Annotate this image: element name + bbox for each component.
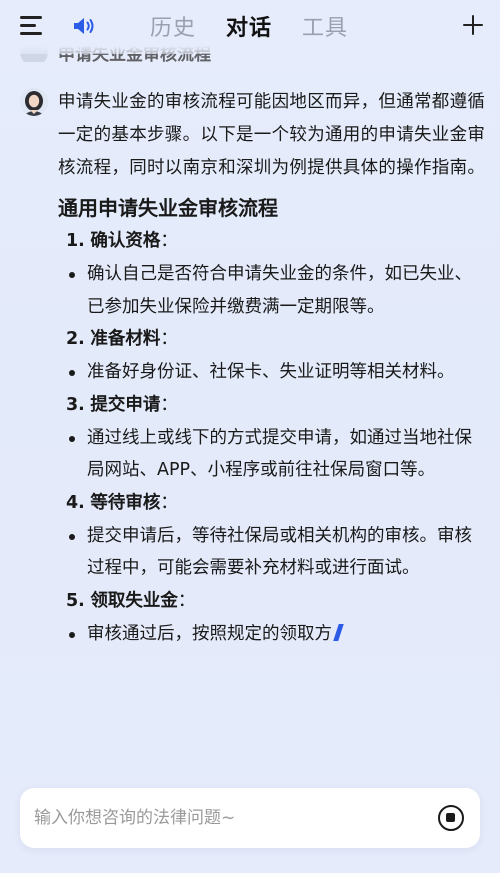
tab-chat[interactable]: 对话 <box>226 10 272 42</box>
step-colon: ： <box>160 231 178 251</box>
top-bar: 历史 对话 工具 <box>0 0 500 52</box>
step-colon: ： <box>160 329 178 349</box>
plus-icon[interactable] <box>462 14 484 36</box>
step-title: 领取失业金 <box>90 590 178 611</box>
bullet-item: 审核通过后，按照规定的领取方 <box>66 618 488 651</box>
step-colon: ： <box>160 492 178 513</box>
step-number: 5. <box>66 590 85 611</box>
bullet-item: 提交申请后，等待社保局或相关机构的审核。审核过程中，可能会需要补充材料或进行面试… <box>66 520 488 585</box>
typing-cursor <box>333 623 344 641</box>
step-item: 4. 等待审核： 提交申请后，等待社保局或相关机构的审核。审核过程中，可能会需要… <box>66 487 488 585</box>
tab-history[interactable]: 历史 <box>150 10 196 42</box>
step-number: 4. <box>66 492 85 513</box>
stop-icon[interactable] <box>438 805 464 831</box>
menu-icon[interactable] <box>20 16 42 36</box>
step-colon: ： <box>160 394 178 415</box>
assistant-message: 申请失业金的审核流程可能因地区而异，但通常都遵循一定的基本步骤。以下是一个较为通… <box>20 86 490 650</box>
step-item: 2. 准备材料： 准备好身份证、社保卡、失业证明等相关材料。 <box>66 323 488 389</box>
speaker-icon[interactable] <box>72 15 96 37</box>
step-title: 确认资格 <box>90 231 161 251</box>
step-item: 1. 确认资格： 确认自己是否符合申请失业金的条件，如已失业、已参加失业保险并缴… <box>66 225 488 323</box>
step-colon: ： <box>177 590 196 611</box>
step-item: 5. 领取失业金： 审核通过后，按照规定的领取方 <box>66 585 488 651</box>
bottom-safe-area <box>0 860 500 873</box>
bullet-item: 准备好身份证、社保卡、失业证明等相关材料。 <box>66 356 488 389</box>
steps-list: 1. 确认资格： 确认自己是否符合申请失业金的条件，如已失业、已参加失业保险并缴… <box>66 225 488 650</box>
question-input[interactable] <box>34 802 414 834</box>
step-item: 3. 提交申请： 通过线上或线下的方式提交申请，如通过当地社保局网站、APP、小… <box>66 389 488 487</box>
step-title: 提交申请 <box>90 394 161 415</box>
step-number: 1. <box>66 231 85 251</box>
bullet-item: 通过线上或线下的方式提交申请，如通过当地社保局网站、APP、小程序或前往社保局窗… <box>66 422 488 487</box>
chat-input-bar <box>20 788 480 848</box>
bullet-item: 确认自己是否符合申请失业金的条件，如已失业、已参加失业保险并缴费满一定期限等。 <box>66 258 488 323</box>
step-number: 3. <box>66 394 85 415</box>
answer-intro: 申请失业金的审核流程可能因地区而异，但通常都遵循一定的基本步骤。以下是一个较为通… <box>58 92 486 178</box>
step-title: 等待审核 <box>90 492 161 513</box>
step-title: 准备材料 <box>90 329 161 349</box>
bullet-text: 审核通过后，按照规定的领取方 <box>87 623 332 644</box>
tab-bar: 历史 对话 工具 <box>150 10 348 42</box>
tab-tools[interactable]: 工具 <box>302 10 348 42</box>
assistant-avatar <box>20 88 48 116</box>
section-title: 通用申请失业金审核流程 <box>58 196 278 220</box>
step-number: 2. <box>66 329 85 349</box>
